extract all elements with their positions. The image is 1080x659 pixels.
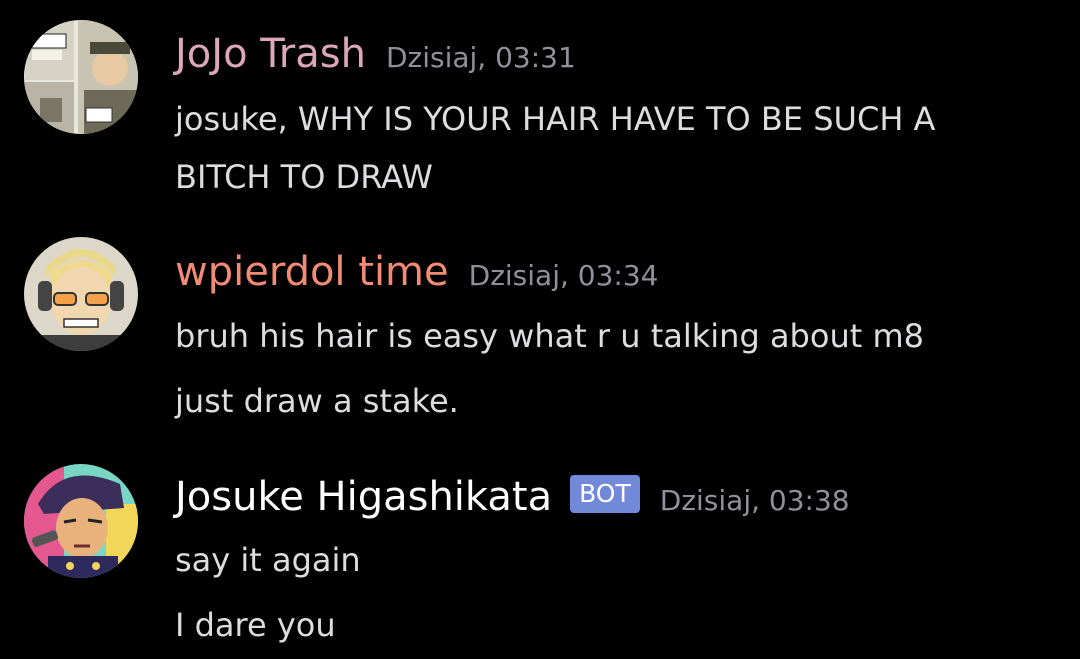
bot-badge: BOT [570, 475, 640, 513]
chat-log: JoJo Trash Dzisiaj, 03:31 josuke, WHY IS… [0, 0, 1080, 659]
message-text: bruh his hair is easy what r u talking a… [175, 317, 924, 355]
message-text: josuke, WHY IS YOUR HAIR HAVE TO BE SUCH… [175, 100, 936, 138]
username[interactable]: JoJo Trash [175, 30, 366, 78]
message-text: just draw a stake. [175, 382, 459, 420]
avatar[interactable] [24, 237, 138, 351]
timestamp: Dzisiaj, 03:38 [659, 484, 850, 517]
username[interactable]: Josuke Higashikata [175, 473, 552, 521]
username[interactable]: wpierdol time [175, 248, 449, 296]
message-text: BITCH TO DRAW [175, 158, 433, 196]
timestamp: Dzisiaj, 03:34 [468, 259, 659, 292]
timestamp: Dzisiaj, 03:31 [385, 41, 576, 74]
message-header: JoJo Trash Dzisiaj, 03:31 [175, 30, 576, 78]
message-text: say it again [175, 541, 361, 579]
message-header: Josuke Higashikata BOT Dzisiaj, 03:38 [175, 473, 850, 521]
message-header: wpierdol time Dzisiaj, 03:34 [175, 248, 658, 296]
manga-panel-avatar-icon [24, 20, 138, 134]
avatar[interactable] [24, 464, 138, 578]
josuke-character-avatar-icon [24, 464, 138, 578]
avatar[interactable] [24, 20, 138, 134]
message-text: I dare you [175, 606, 336, 644]
sunglasses-character-avatar-icon [24, 237, 138, 351]
